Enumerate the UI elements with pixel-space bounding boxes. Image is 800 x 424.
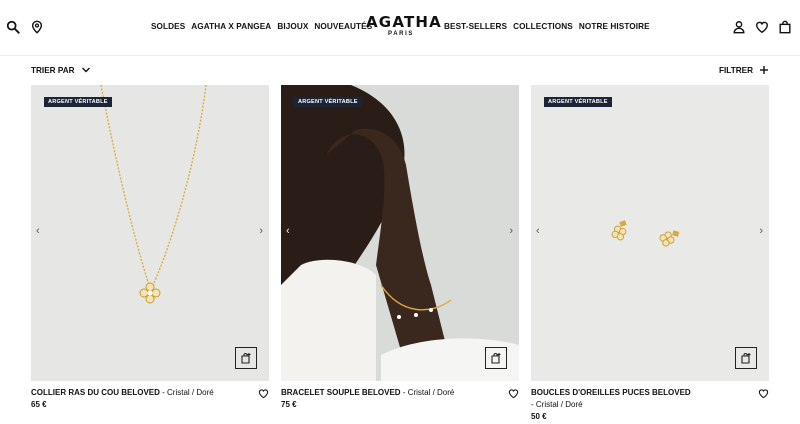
product-card[interactable]: ARGENT VÉRITABLE ‹ › COLLIER RAS DU COU … (31, 85, 269, 411)
main-nav-right: BEST-SELLERS COLLECTIONS NOTRE HISTOIRE (444, 22, 650, 31)
model-bracelet-illustration (281, 85, 519, 381)
product-info: COLLIER RAS DU COU BELOVED - Cristal / D… (31, 387, 269, 411)
product-name: BOUCLES D'OREILLES PUCES BELOVED (531, 388, 691, 397)
product-price: 50 € (531, 412, 547, 421)
carousel-prev-icon[interactable]: ‹ (286, 225, 290, 237)
carousel-next-icon[interactable]: › (759, 225, 763, 237)
product-price: 75 € (281, 400, 297, 409)
logo-wordmark: AGATHA (366, 13, 442, 31)
chevron-down-icon (81, 65, 91, 75)
bag-plus-icon (241, 353, 251, 364)
product-title-line[interactable]: BRACELET SOUPLE BELOVED - Cristal / Doré (281, 387, 501, 399)
shopping-bag-icon[interactable] (778, 20, 792, 34)
logo-subtitle: PARIS (388, 31, 414, 37)
product-card[interactable]: ARGENT VÉRITABLE ‹ › BRACELET SOUPLE BEL… (281, 85, 519, 411)
nav-item-collections[interactable]: COLLECTIONS (513, 22, 573, 31)
location-pin-icon[interactable] (30, 20, 44, 34)
nav-item-agatha-x-pangea[interactable]: AGATHA X PANGEA (191, 22, 271, 31)
gold-earrings-illustration (611, 220, 680, 247)
product-badge: ARGENT VÉRITABLE (294, 97, 362, 107)
plus-icon (759, 65, 769, 75)
carousel-prev-icon[interactable]: ‹ (36, 225, 40, 237)
product-info: BOUCLES D'OREILLES PUCES BELOVED - Crist… (531, 387, 769, 423)
bag-plus-icon (741, 353, 751, 364)
nav-item-soldes[interactable]: SOLDES (151, 22, 185, 31)
product-card[interactable]: ARGENT VÉRITABLE ‹ › BOUCLES D'OREILLES … (531, 85, 769, 423)
product-badge: ARGENT VÉRITABLE (544, 97, 612, 107)
product-title-line[interactable]: BOUCLES D'OREILLES PUCES BELOVED - Crist… (531, 387, 751, 411)
product-name: COLLIER RAS DU COU BELOVED (31, 388, 160, 397)
wishlist-heart-icon[interactable] (758, 388, 769, 399)
account-icon[interactable] (732, 20, 746, 34)
bag-plus-icon (491, 353, 501, 364)
nav-item-notre-histoire[interactable]: NOTRE HISTOIRE (579, 22, 650, 31)
quick-add-button[interactable] (485, 347, 507, 369)
filter-button[interactable]: FILTRER (719, 65, 769, 75)
product-image-gold-earrings[interactable]: ARGENT VÉRITABLE ‹ › (531, 85, 769, 381)
main-nav-left: SOLDES AGATHA X PANGEA BIJOUX NOUVEAUTÉS (151, 22, 372, 31)
quick-add-button[interactable] (735, 347, 757, 369)
gold-necklace-illustration (100, 85, 207, 304)
product-image-gold-necklace[interactable]: ARGENT VÉRITABLE ‹ › (31, 85, 269, 381)
product-image-gold-bracelet[interactable]: ARGENT VÉRITABLE ‹ › (281, 85, 519, 381)
wishlist-heart-icon[interactable] (755, 20, 769, 34)
brand-logo[interactable]: AGATHA PARIS (366, 13, 442, 38)
wishlist-heart-icon[interactable] (508, 388, 519, 399)
product-price: 65 € (31, 400, 47, 409)
sort-dropdown[interactable]: TRIER PAR (31, 65, 91, 75)
product-variant: - Cristal / Doré (159, 388, 214, 397)
carousel-next-icon[interactable]: › (509, 225, 513, 237)
site-header: SOLDES AGATHA X PANGEA BIJOUX NOUVEAUTÉS… (0, 0, 800, 56)
quick-add-button[interactable] (235, 347, 257, 369)
filter-label: FILTRER (719, 65, 753, 75)
product-title-line[interactable]: COLLIER RAS DU COU BELOVED - Cristal / D… (31, 387, 251, 399)
product-badge: ARGENT VÉRITABLE (44, 97, 112, 107)
nav-item-bijoux[interactable]: BIJOUX (277, 22, 308, 31)
product-name: BRACELET SOUPLE BELOVED (281, 388, 401, 397)
header-left-icons (6, 20, 44, 34)
product-info: BRACELET SOUPLE BELOVED - Cristal / Doré… (281, 387, 519, 411)
wishlist-heart-icon[interactable] (258, 388, 269, 399)
carousel-prev-icon[interactable]: ‹ (536, 225, 540, 237)
search-icon[interactable] (6, 20, 20, 34)
sort-label: TRIER PAR (31, 65, 75, 75)
nav-item-nouveautes[interactable]: NOUVEAUTÉS (314, 22, 372, 31)
header-right-icons (732, 20, 792, 34)
carousel-next-icon[interactable]: › (259, 225, 263, 237)
product-variant: - Cristal / Doré (400, 388, 455, 397)
nav-item-best-sellers[interactable]: BEST-SELLERS (444, 22, 507, 31)
product-variant: - Cristal / Doré (531, 400, 583, 409)
